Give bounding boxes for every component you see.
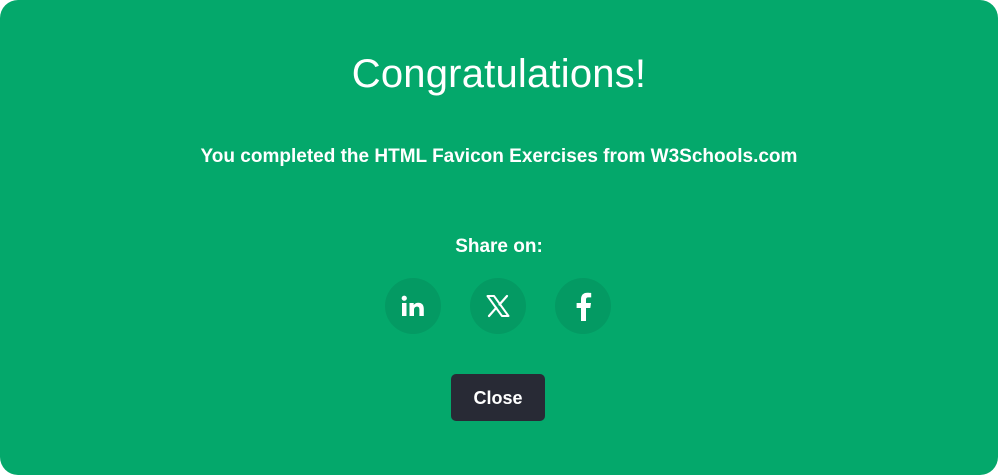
facebook-icon: [573, 291, 593, 321]
share-x-button[interactable]: [470, 278, 526, 334]
share-label: Share on:: [455, 236, 543, 257]
x-icon: [485, 294, 511, 318]
share-linkedin-button[interactable]: [385, 278, 441, 334]
modal-title: Congratulations!: [351, 52, 647, 96]
linkedin-icon: [400, 294, 426, 318]
close-button[interactable]: Close: [451, 374, 545, 421]
share-buttons: [385, 278, 611, 334]
completion-message: You completed the HTML Favicon Exercises…: [200, 146, 798, 167]
congratulations-modal: Congratulations! You completed the HTML …: [0, 0, 998, 475]
share-facebook-button[interactable]: [555, 278, 611, 334]
